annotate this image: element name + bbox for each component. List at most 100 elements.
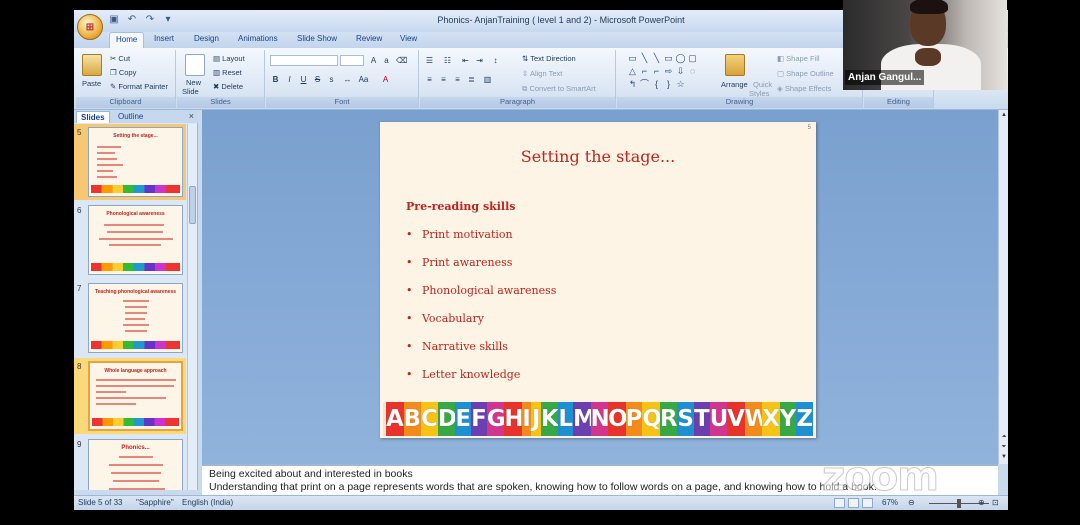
next-slide-icon[interactable]: ⏷ [1000,444,1008,451]
tab-insert[interactable]: Insert [154,34,174,43]
theme-name: "Sapphire" [136,498,174,507]
alphabet-letter: J [531,402,541,436]
previous-slide-icon[interactable]: ⏶ [1000,434,1008,441]
close-icon[interactable]: × [189,111,194,121]
bullet-item[interactable]: • Print motivation [406,228,513,241]
paste-button[interactable]: Paste [82,79,101,88]
alphabet-letter: I [521,402,532,436]
thumbnail-7[interactable]: 7 Teaching phonological awareness [74,280,186,356]
line-spacing-icon[interactable]: ↕ [490,55,501,66]
underline-icon[interactable]: U [298,74,309,85]
tab-review[interactable]: Review [356,34,382,43]
panel-scrollbar[interactable] [187,124,197,490]
tab-view[interactable]: View [400,34,417,43]
increase-indent-icon[interactable]: ⇥ [474,55,485,66]
reset-button[interactable]: ▥ Reset [213,68,242,77]
screen: ⊞ ▣ ↶ ↷ ▾ Phonics- AnjanTraining ( level… [0,0,1080,525]
shape-effects-button[interactable]: ◈ Shape Effects [777,84,831,93]
slide-scrollbar[interactable]: ▲ ⏶ ⏷ ▼ [998,110,1008,464]
numbering-icon[interactable]: ☷ [442,55,453,66]
delete-button[interactable]: ✖ Delete [213,82,243,91]
layout-button[interactable]: ▤ Layout [213,54,245,63]
reset-icon: ▥ [213,68,223,77]
thumbnail-title: Teaching phonological awareness [94,289,177,295]
decrease-indent-icon[interactable]: ⇤ [460,55,471,66]
webcam-person-hair [910,0,948,14]
thumbnail-5[interactable]: 5 Setting the stage... [74,124,186,200]
quick-styles-label[interactable]: Quick [753,80,772,89]
align-right-icon[interactable]: ≡ [452,74,463,85]
slide-subtitle[interactable]: Pre-reading skills [406,200,515,213]
text-direction-button[interactable]: ⇅ Text Direction [522,54,576,63]
scroll-down-icon[interactable]: ▼ [1000,454,1008,460]
convert-smartart-button[interactable]: ⧉ Convert to SmartArt [522,84,596,94]
new-slide-icon[interactable] [185,54,205,76]
layout-icon: ▤ [213,54,223,63]
alphabet-letter: Q [642,402,662,436]
notes-line-1: Being excited about and interested in bo… [209,468,413,480]
justify-icon[interactable]: ≣ [466,74,477,85]
scroll-up-icon[interactable]: ▲ [1000,112,1008,118]
copy-button[interactable]: ❐ Copy [110,68,136,77]
tab-animations[interactable]: Animations [238,34,278,43]
change-case-icon[interactable]: Aa [358,74,369,85]
cut-button[interactable]: ✂ Cut [110,54,130,63]
char-spacing-icon[interactable]: ↔ [342,74,353,85]
zoom-slider-handle[interactable] [957,499,961,508]
slides-label: Slides [177,97,264,108]
bold-icon[interactable]: B [270,74,281,85]
shape-outline-button[interactable]: ▢ Shape Outline [777,69,834,78]
tab-design[interactable]: Design [194,34,219,43]
tab-outline[interactable]: Outline [114,111,147,122]
thumbnail-number: 8 [77,362,82,371]
columns-icon[interactable]: ▥ [482,74,493,85]
bullet-item[interactable]: • Narrative skills [406,340,508,353]
tab-slide-show[interactable]: Slide Show [297,34,337,43]
paste-icon[interactable] [82,54,102,76]
tab-slides[interactable]: Slides [76,111,110,123]
thumbnail-8[interactable]: 8 Whole language approach [74,358,186,434]
shape-fill-button[interactable]: ◧ Shape Fill [777,54,820,63]
language[interactable]: English (India) [182,498,233,507]
grow-font-icon[interactable]: A [368,55,379,66]
strikethrough-icon[interactable]: S [312,74,323,85]
bullet-item[interactable]: • Vocabulary [406,312,484,325]
font-name-box[interactable] [270,55,338,66]
arrange-icon[interactable] [725,54,745,76]
format-painter-button[interactable]: ✎ Format Painter [110,82,168,91]
shadow-icon[interactable]: s [326,74,337,85]
paragraph-label: Paragraph [420,97,615,108]
bullet-item[interactable]: • Phonological awareness [406,284,556,297]
arrange-button[interactable]: Arrange [721,80,748,89]
tab-home[interactable]: Home [109,32,145,48]
alphabet-letter: M [573,402,596,436]
panel-scroll-thumb[interactable] [189,186,196,224]
align-text-button[interactable]: ⇳ Align Text [522,69,562,78]
thumbnail-number: 5 [77,128,82,137]
thumbnail-6[interactable]: 6 Phonological awareness [74,202,186,278]
font-color-icon[interactable]: A [380,74,391,85]
new-slide-label-2[interactable]: Slide [182,87,199,96]
thumbnail-9[interactable]: 9 Phonics... [74,436,186,490]
align-center-icon[interactable]: ≡ [438,74,449,85]
bullet-item[interactable]: • Print awareness [406,256,512,269]
bullet-item[interactable]: • Letter knowledge [406,368,520,381]
thumbnail-number: 6 [77,206,82,215]
thumbnail-number: 9 [77,440,82,449]
italic-icon[interactable]: I [284,74,295,85]
clear-format-icon[interactable]: ⌫ [396,55,407,66]
current-slide[interactable]: 5 Setting the stage... Pre-reading skill… [380,122,816,438]
new-slide-label[interactable]: New [186,78,201,87]
alphabet-letter: E [455,402,471,436]
bullets-icon[interactable]: ☰ [424,55,435,66]
office-button[interactable]: ⊞ [77,14,103,40]
alphabet-letter: V [727,402,745,436]
align-left-icon[interactable]: ≡ [424,74,435,85]
shrink-font-icon[interactable]: a [381,55,392,66]
slide-title[interactable]: Setting the stage... [380,147,816,166]
fit-window-icon[interactable]: ⊡ [992,498,999,507]
zoom-in-icon[interactable]: ⊕ [978,498,985,507]
alphabet-letter: S [677,402,694,436]
alphabet-letter: O [608,402,628,436]
font-size-box[interactable] [340,55,364,66]
